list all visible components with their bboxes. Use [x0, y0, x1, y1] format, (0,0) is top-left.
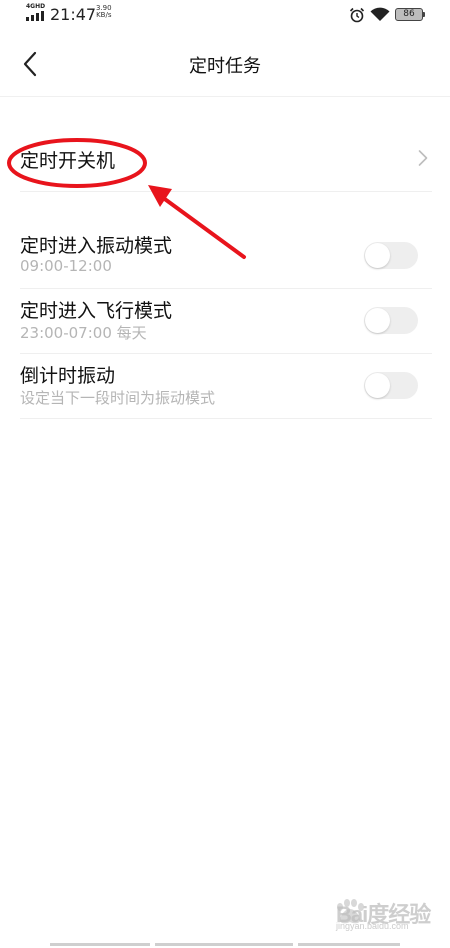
gesture-bar[interactable]: [298, 943, 400, 946]
toggle-knob: [365, 243, 390, 268]
clock: 21:47: [50, 5, 97, 24]
gesture-bar[interactable]: [50, 943, 150, 946]
highlight-ellipse: [7, 138, 147, 188]
network-speed: 3.90 KB/s: [96, 5, 112, 19]
airplane-mode-toggle[interactable]: [364, 307, 418, 334]
setting-subtitle: 设定当下一段时间为振动模式: [20, 389, 216, 407]
wifi-icon: [370, 7, 390, 21]
setting-airplane-mode: 定时进入飞行模式 23:00-07:00 每天: [0, 289, 450, 353]
setting-title: 倒计时振动: [20, 365, 116, 387]
network-type: 4GHD: [26, 3, 46, 10]
countdown-vibrate-toggle[interactable]: [364, 372, 418, 399]
app-header: 定时任务: [0, 30, 450, 97]
setting-subtitle: 23:00-07:00 每天: [20, 324, 147, 342]
gesture-bar[interactable]: [155, 943, 293, 946]
red-arrow-icon: [148, 185, 246, 259]
battery-level: 86: [403, 9, 415, 19]
battery-cap: [423, 12, 425, 17]
status-bar: 4GHD 21:47 3.90 KB/s 86: [0, 0, 450, 30]
watermark-url: jingyan.baidu.com: [336, 921, 409, 931]
network-speed-unit: KB/s: [96, 11, 112, 19]
toggle-knob: [365, 308, 390, 333]
alarm-icon: [349, 7, 365, 23]
page-title: 定时任务: [189, 56, 261, 77]
setting-title: 定时进入飞行模式: [20, 300, 173, 322]
divider: [20, 418, 432, 419]
setting-countdown-vibrate: 倒计时振动 设定当下一段时间为振动模式: [0, 354, 450, 418]
toggle-knob: [365, 373, 390, 398]
setting-subtitle: 09:00-12:00: [20, 257, 112, 275]
signal-icon: [26, 11, 44, 21]
vibrate-mode-toggle[interactable]: [364, 242, 418, 269]
chevron-right-icon: [418, 150, 428, 166]
